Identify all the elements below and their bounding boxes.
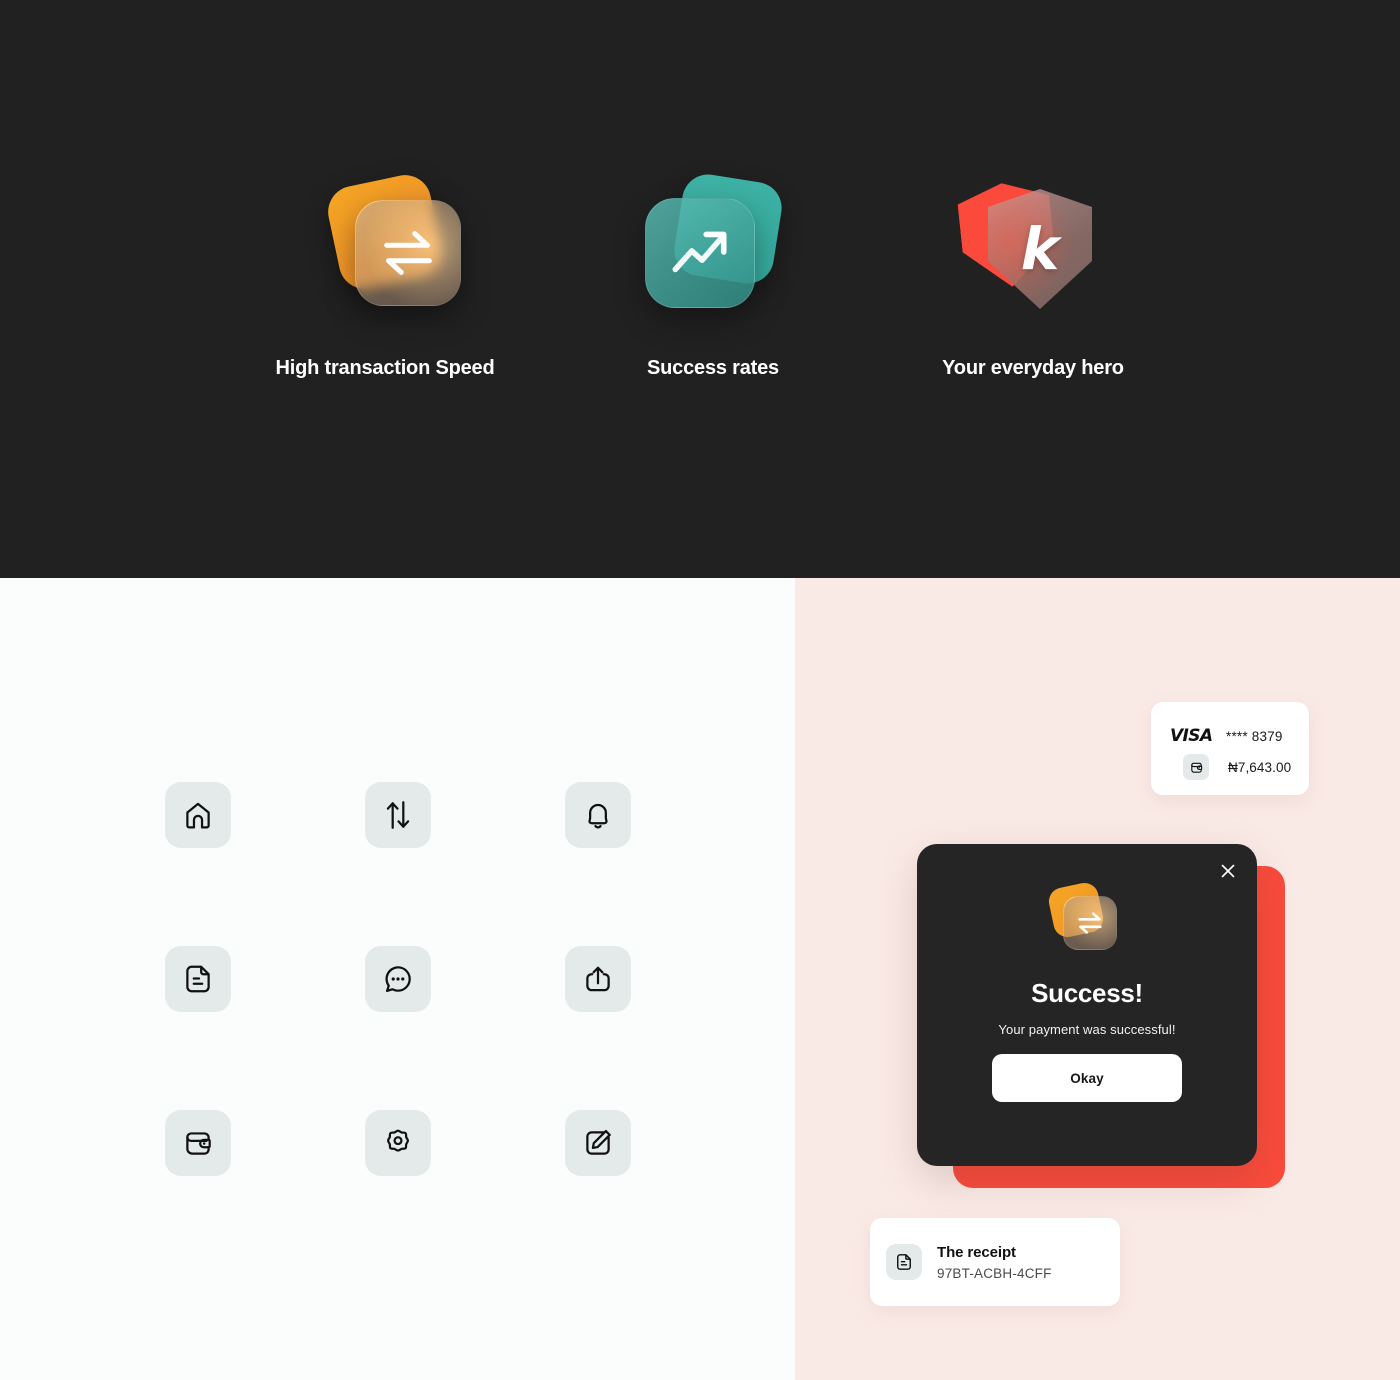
- wallet-icon: [1183, 754, 1209, 780]
- success-modal: Success! Your payment was successful! Ok…: [917, 844, 1257, 1166]
- edit-pencil-glyph: [586, 1129, 611, 1155]
- document-glyph: [186, 965, 210, 993]
- transfer-up-down-glyph: [386, 801, 410, 829]
- showcase-panel: VISA **** 8379 ₦7,643.00 Success! Your p…: [795, 578, 1400, 1380]
- hero-feature-your-everyday-hero: k Your everyday hero: [913, 175, 1153, 380]
- document-receipt-icon: [886, 1244, 922, 1280]
- transfer-up-down-icon[interactable]: [365, 782, 431, 848]
- payment-card[interactable]: VISA **** 8379 ₦7,643.00: [1151, 702, 1309, 795]
- settings-gear-icon[interactable]: [365, 1110, 431, 1176]
- bell-notification-icon[interactable]: [565, 782, 631, 848]
- card-masked-number: **** 8379: [1226, 728, 1283, 744]
- document-receipt-icon[interactable]: [165, 946, 231, 1012]
- hero-feature-label: Your everyday hero: [942, 357, 1124, 379]
- card-amount: ₦7,643.00: [1228, 759, 1292, 775]
- modal-title: Success!: [1031, 978, 1143, 1008]
- gear-glyph: [387, 1129, 409, 1152]
- share-upload-glyph: [586, 966, 610, 992]
- bottom-section: VISA **** 8379 ₦7,643.00 Success! Your p…: [0, 578, 1400, 1380]
- home-glyph: [186, 802, 210, 829]
- card-amount-row: ₦7,643.00: [1170, 754, 1291, 780]
- shield-k-logo-icon: k: [943, 175, 1123, 335]
- exchange-arrows-glyph: [1078, 912, 1102, 934]
- okay-button[interactable]: Okay: [992, 1054, 1182, 1102]
- modal-subtitle: Your payment was successful!: [998, 1022, 1176, 1037]
- receipt-card[interactable]: The receipt 97BT-ACBH-4CFF: [870, 1218, 1120, 1306]
- icon-front-layer: [355, 200, 461, 306]
- icon-library-panel: [0, 578, 795, 1380]
- close-x-glyph: [1221, 864, 1235, 878]
- receipt-code: 97BT-ACBH-4CFF: [937, 1265, 1052, 1281]
- icon-grid: [165, 782, 631, 1176]
- edit-pencil-icon[interactable]: [565, 1110, 631, 1176]
- wallet-glyph: [186, 1132, 211, 1155]
- receipt-title: The receipt: [937, 1243, 1016, 1261]
- hero-feature-high-transaction-speed: High transaction Speed: [225, 170, 545, 380]
- trending-up-glyph: [672, 231, 727, 273]
- shield-letter-glyph: k: [1020, 215, 1060, 283]
- wallet-glyph: [1190, 762, 1202, 773]
- exchange-arrows-glyph: [384, 231, 432, 275]
- visa-logo: VISA: [1170, 726, 1213, 746]
- icon-front-layer: k: [988, 189, 1092, 309]
- exchange-arrows-icon: [1046, 880, 1127, 958]
- chat-bubble-icon[interactable]: [365, 946, 431, 1012]
- home-icon[interactable]: [165, 782, 231, 848]
- chat-bubble-glyph: [385, 966, 411, 993]
- hero-feature-row: High transaction Speed Success rates k Y…: [0, 0, 1400, 578]
- close-icon[interactable]: [1215, 858, 1241, 884]
- share-upload-icon[interactable]: [565, 946, 631, 1012]
- exchange-arrows-icon: [295, 170, 475, 335]
- icon-front-layer: [645, 198, 755, 308]
- trending-up-arrow-icon: [623, 170, 803, 335]
- bell-glyph: [588, 803, 608, 829]
- wallet-icon[interactable]: [165, 1110, 231, 1176]
- receipt-text-group: The receipt 97BT-ACBH-4CFF: [937, 1244, 1052, 1281]
- hero-section: High transaction Speed Success rates k Y…: [0, 0, 1400, 578]
- document-glyph: [897, 1254, 911, 1270]
- hero-feature-label: Success rates: [647, 357, 779, 379]
- icon-front-layer: [1063, 896, 1117, 950]
- hero-feature-label: High transaction Speed: [275, 357, 495, 379]
- hero-feature-success-rates: Success rates: [593, 170, 833, 380]
- card-brand-row: VISA **** 8379: [1170, 726, 1283, 746]
